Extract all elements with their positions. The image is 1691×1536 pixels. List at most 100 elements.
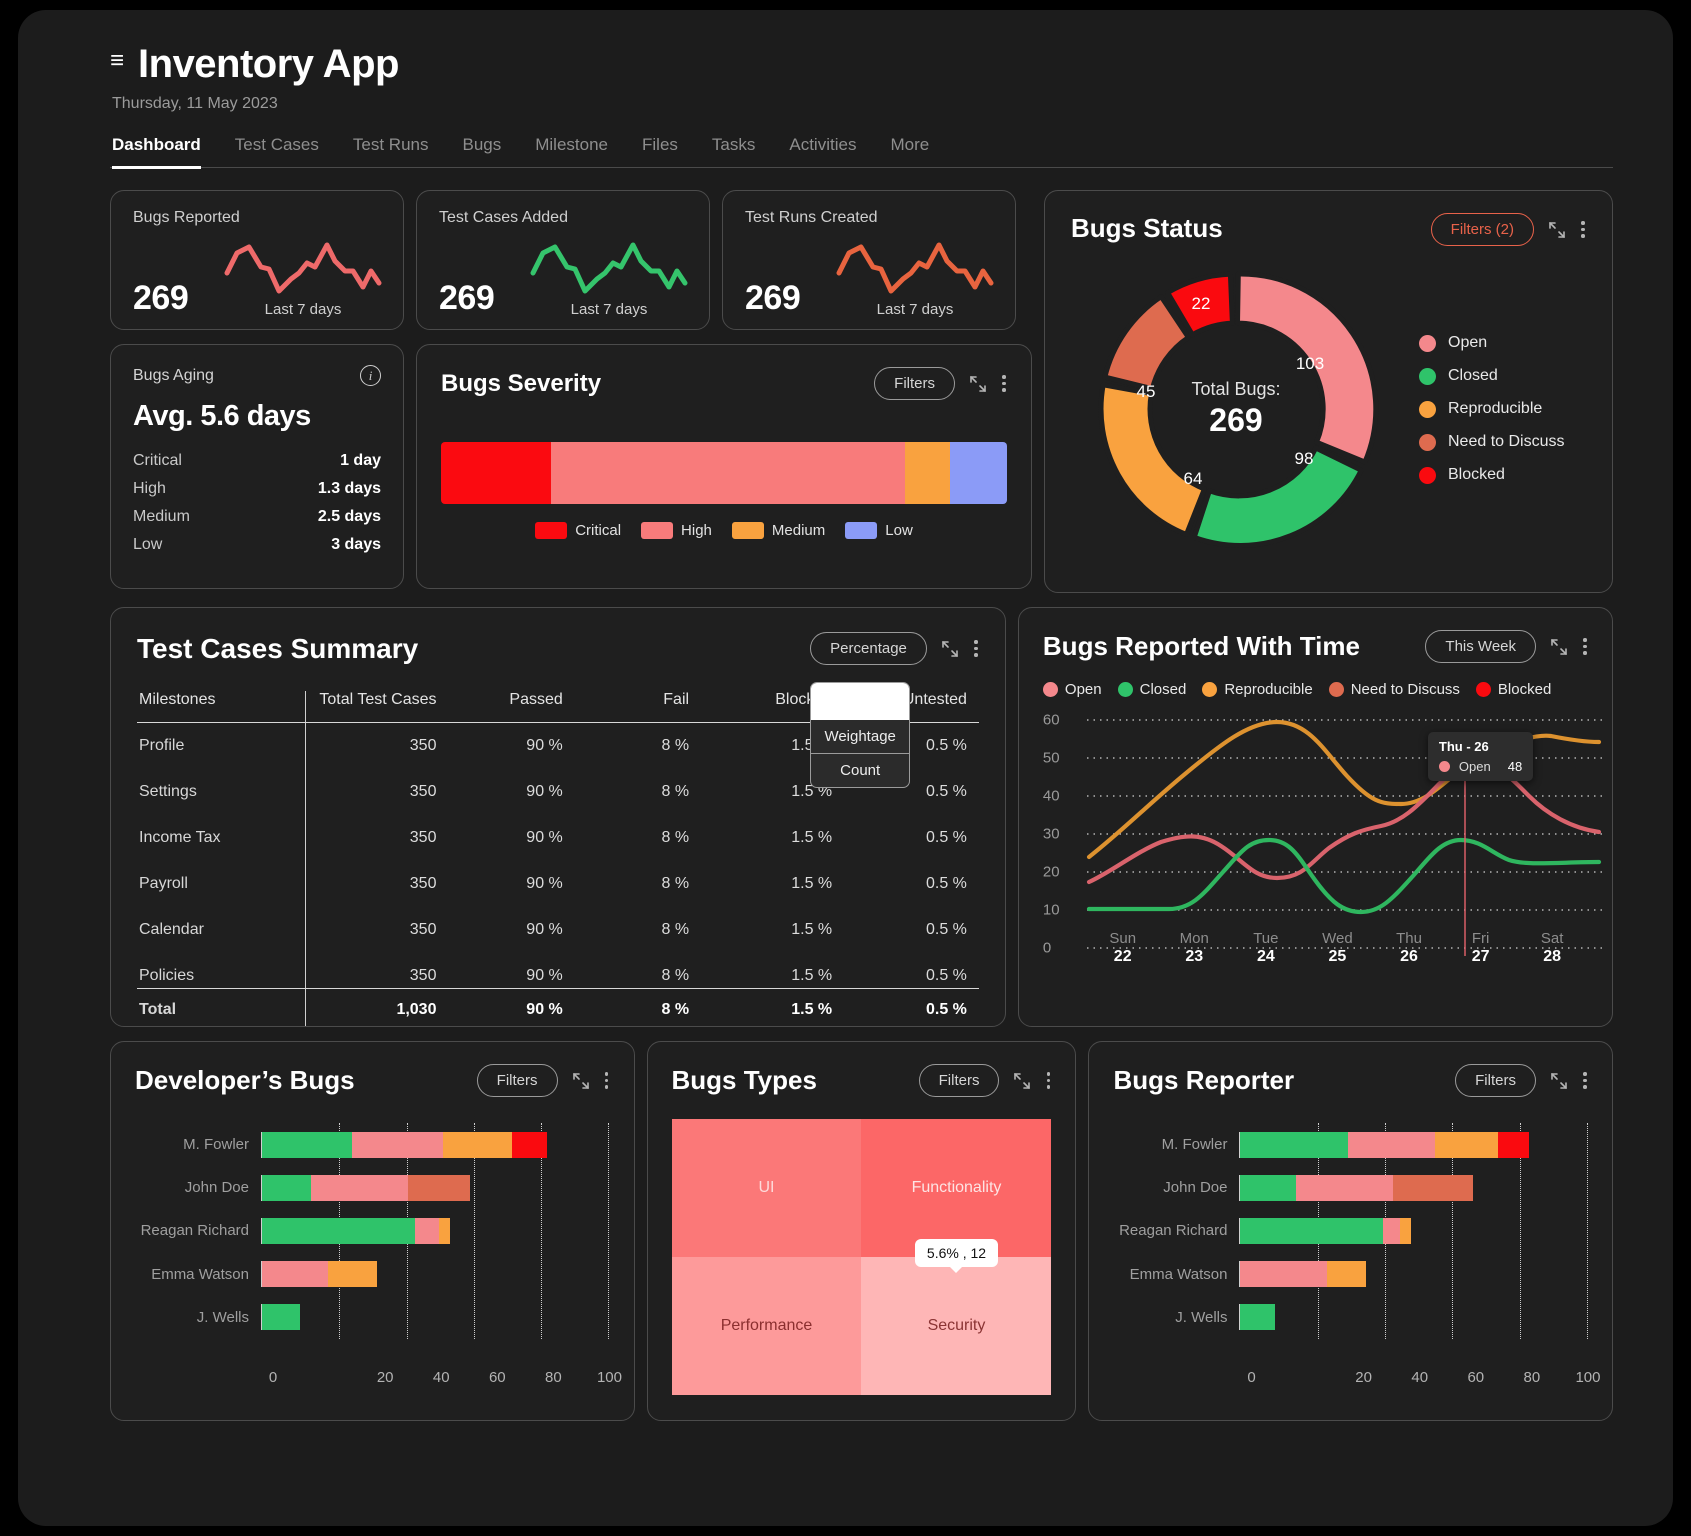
bar-segment-reproducible[interactable] xyxy=(1400,1217,1411,1244)
bar-label: Reagan Richard xyxy=(140,1222,249,1240)
bar-segment-reproducible[interactable] xyxy=(1435,1131,1498,1158)
expand-icon[interactable] xyxy=(1550,1072,1568,1090)
kpi-card-test-runs-created[interactable]: Test Runs Created 269 Last 7 days xyxy=(722,190,1016,330)
dropdown-option-count[interactable]: Count xyxy=(811,753,910,787)
tab-tasks[interactable]: Tasks xyxy=(712,135,755,169)
tab-files[interactable]: Files xyxy=(642,135,678,169)
info-icon[interactable]: i xyxy=(360,365,381,386)
kebab-menu-icon[interactable] xyxy=(1001,375,1007,392)
bar-segment-open[interactable] xyxy=(414,1217,440,1244)
cell-total-passed: 90 % xyxy=(448,988,575,1026)
donut-value-blocked: 22 xyxy=(1192,294,1211,313)
tab-more[interactable]: More xyxy=(890,135,929,169)
percentage-mode-button[interactable]: Percentage xyxy=(810,632,927,665)
severity-segment-critical[interactable] xyxy=(441,442,552,504)
bar-segment-need-to-discuss[interactable] xyxy=(1393,1174,1474,1201)
bar-segment-closed[interactable] xyxy=(1240,1304,1276,1331)
bar-segment-blocked[interactable] xyxy=(512,1131,547,1158)
y-tick-0: 0 xyxy=(1042,939,1052,957)
bar-segment-open[interactable] xyxy=(352,1131,443,1158)
legend-dot xyxy=(1328,682,1344,697)
bugs-reporter-card: Bugs Reporter Filters M. Fowler John Doe… xyxy=(1088,1041,1613,1421)
bar-segment-open[interactable] xyxy=(1240,1261,1328,1288)
tab-dashboard[interactable]: Dashboard xyxy=(112,135,201,169)
tab-test-cases[interactable]: Test Cases xyxy=(235,135,319,169)
tab-milestone[interactable]: Milestone xyxy=(535,135,608,169)
bar-label: John Doe xyxy=(1163,1179,1228,1197)
expand-icon[interactable] xyxy=(1550,638,1568,656)
column-header-passed[interactable]: Passed xyxy=(448,691,575,723)
developers-bugs-title: Developer’s Bugs xyxy=(135,1065,355,1095)
bar-segment-open[interactable] xyxy=(1382,1217,1401,1244)
treemap-cell-functionality[interactable]: Functionality xyxy=(861,1119,1052,1257)
developers-bugs-filters-button[interactable]: Filters xyxy=(476,1064,558,1097)
legend-label: Need to Discuss xyxy=(1350,681,1460,698)
bar-track xyxy=(261,1174,610,1201)
kebab-menu-icon[interactable] xyxy=(1582,1072,1588,1089)
bar-segment-closed[interactable] xyxy=(1240,1174,1297,1201)
severity-segment-medium[interactable] xyxy=(905,442,951,504)
bugs-severity-filters-button[interactable]: Filters xyxy=(874,367,955,400)
kpi-period: Last 7 days xyxy=(570,301,648,318)
bar-segment-open[interactable] xyxy=(1348,1131,1436,1158)
kebab-menu-icon[interactable] xyxy=(1580,221,1586,238)
bar-segment-open[interactable] xyxy=(262,1261,329,1288)
bar-segment-closed[interactable] xyxy=(262,1217,415,1244)
kpi-card-bugs-reported[interactable]: Bugs Reported 269 Last 7 days xyxy=(110,190,404,330)
kebab-menu-icon[interactable] xyxy=(604,1072,610,1089)
bar-segment-closed[interactable] xyxy=(262,1304,301,1331)
bar-segment-blocked[interactable] xyxy=(1497,1131,1529,1158)
x-tick: 80 xyxy=(545,1369,562,1386)
dropdown-option-weightage[interactable]: Weightage xyxy=(811,720,909,753)
expand-icon[interactable] xyxy=(941,640,959,658)
column-header-fail[interactable]: Fail xyxy=(574,691,702,723)
column-header-milestones[interactable]: Milestones xyxy=(137,691,306,723)
treemap-cell-performance[interactable]: Performance xyxy=(671,1257,862,1395)
dropdown-selected-option[interactable] xyxy=(811,683,910,720)
x-day: 28 xyxy=(1543,948,1562,965)
expand-icon[interactable] xyxy=(1548,221,1566,239)
kebab-menu-icon[interactable] xyxy=(1582,638,1588,655)
cell-milestone: Settings xyxy=(139,783,197,800)
cell-passed: 90 % xyxy=(526,921,563,938)
bugs-types-title: Bugs Types xyxy=(671,1065,817,1095)
bar-segment-closed[interactable] xyxy=(1240,1131,1349,1158)
percentage-mode-dropdown[interactable]: Weightage Count xyxy=(810,682,911,788)
tab-bugs[interactable]: Bugs xyxy=(462,135,501,169)
severity-segment-high[interactable] xyxy=(551,442,906,504)
bar-segment-closed[interactable] xyxy=(1240,1217,1383,1244)
expand-icon[interactable] xyxy=(969,375,987,393)
bugs-status-filters-button[interactable]: Filters (2) xyxy=(1430,213,1534,246)
bar-segment-open[interactable] xyxy=(1296,1174,1394,1201)
bar-segment-closed[interactable] xyxy=(262,1131,353,1158)
bar-segment-closed[interactable] xyxy=(262,1174,311,1201)
list-item: Medium 2.5 days xyxy=(133,503,381,531)
aging-key: Low xyxy=(133,536,163,553)
bar-segment-reproducible[interactable] xyxy=(439,1217,450,1244)
bar-segment-reproducible[interactable] xyxy=(442,1131,513,1158)
bugs-types-filters-button[interactable]: Filters xyxy=(918,1064,1000,1097)
tab-test-runs[interactable]: Test Runs xyxy=(353,135,429,169)
bar-segment-reproducible[interactable] xyxy=(1327,1261,1366,1288)
kpi-card-test-cases-added[interactable]: Test Cases Added 269 Last 7 days xyxy=(416,190,710,330)
bar-segment-need-to-discuss[interactable] xyxy=(407,1174,471,1201)
bugs-status-donut-chart: 103 98 64 45 22 Total Bugs: 269 xyxy=(1081,254,1391,564)
cell-total-untested: 0.5 % xyxy=(844,988,979,1026)
severity-segment-low[interactable] xyxy=(950,442,1007,504)
column-header-total-test-cases[interactable]: Total Test Cases xyxy=(304,691,449,723)
expand-icon[interactable] xyxy=(1013,1072,1031,1090)
bar-label: Emma Watson xyxy=(1129,1265,1228,1283)
treemap-cell-security[interactable]: Security 5.6% , 12 xyxy=(861,1239,1052,1395)
this-week-button[interactable]: This Week xyxy=(1425,630,1536,663)
x-label-fri: Fri 27 xyxy=(1445,930,1517,966)
tab-activities[interactable]: Activities xyxy=(789,135,856,169)
kebab-menu-icon[interactable] xyxy=(1045,1072,1051,1089)
treemap-cell-ui[interactable]: UI xyxy=(671,1119,862,1257)
bar-segment-open[interactable] xyxy=(310,1174,408,1201)
bar-segment-reproducible[interactable] xyxy=(328,1261,377,1288)
hamburger-icon[interactable]: ≡ xyxy=(110,48,124,73)
kebab-menu-icon[interactable] xyxy=(973,640,979,657)
bugs-reporter-filters-button[interactable]: Filters xyxy=(1455,1064,1536,1097)
expand-icon[interactable] xyxy=(572,1072,590,1090)
donut-value-closed: 98 xyxy=(1295,449,1314,468)
